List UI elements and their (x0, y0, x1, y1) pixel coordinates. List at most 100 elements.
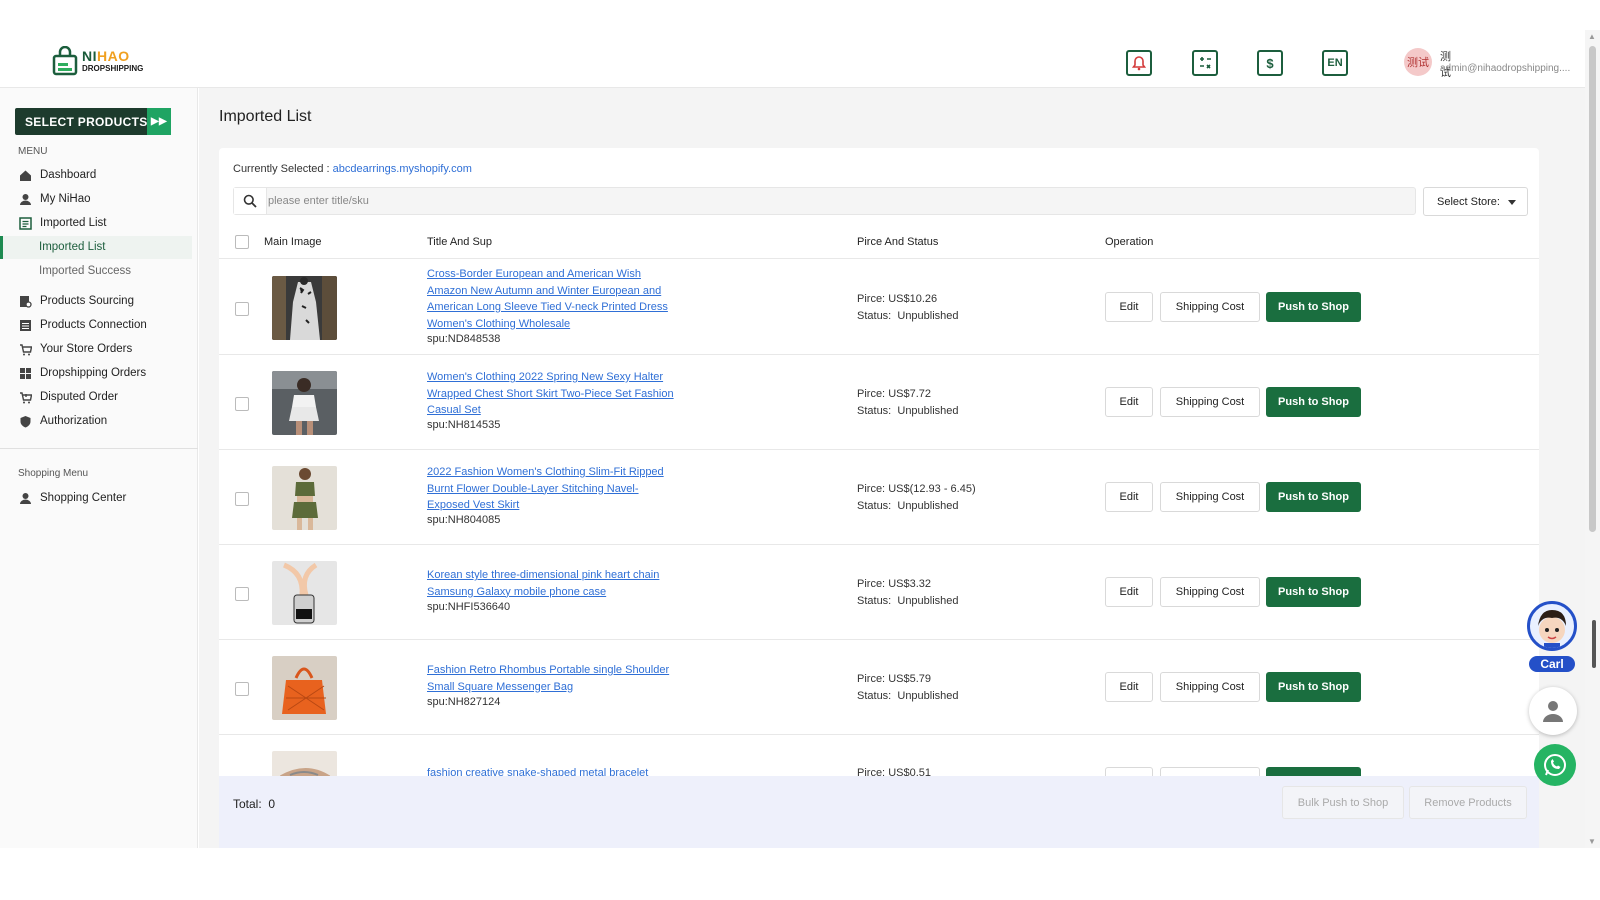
currently-selected-label: Currently Selected : (233, 163, 330, 175)
sidebar-item-imported-list[interactable]: Imported List (18, 214, 106, 232)
price-status: Pirce: US$5.79 Status: Unpublished (857, 671, 959, 704)
shipping-cost-button[interactable]: Shipping Cost (1160, 672, 1260, 702)
product-image[interactable] (272, 276, 337, 340)
shipping-cost-button[interactable]: Shipping Cost (1160, 292, 1260, 322)
shipping-cost-button[interactable]: Shipping Cost (1160, 387, 1260, 417)
table-header: Main Image Title And Sup Pirce And Statu… (219, 226, 1539, 259)
side-handle[interactable] (1592, 620, 1596, 668)
shipping-cost-button[interactable]: Shipping Cost (1160, 577, 1260, 607)
calculator-icon[interactable] (1192, 50, 1218, 76)
edit-button[interactable]: Edit (1105, 577, 1153, 607)
nihao-logo[interactable]: NIHAO DROPSHIPPING (52, 44, 162, 78)
select-all-checkbox[interactable] (235, 235, 249, 249)
row-checkbox[interactable] (235, 587, 249, 601)
sidebar-item-your-store-orders[interactable]: Your Store Orders (18, 340, 132, 358)
total-label: Total: (233, 797, 262, 811)
sidebar-item-my-nihao[interactable]: My NiHao (18, 190, 90, 208)
sidebar-item-label: Imported Success (39, 265, 132, 277)
status-label: Status: (857, 689, 892, 702)
price-status: Pirce: US$10.26 Status: Unpublished (857, 291, 959, 324)
col-main-image: Main Image (264, 236, 322, 248)
shopping-menu-heading: Shopping Menu (18, 468, 89, 479)
push-to-shop-button[interactable]: Push to Shop (1266, 482, 1361, 512)
contact-person-icon[interactable] (1529, 687, 1577, 735)
product-spu: spu:NH827124 (427, 696, 501, 708)
push-to-shop-button[interactable]: Push to Shop (1266, 387, 1361, 417)
row-checkbox[interactable] (235, 682, 249, 696)
page-scrollbar[interactable]: ▲ ▼ (1585, 30, 1600, 848)
product-image[interactable] (272, 466, 337, 530)
caret-down-icon (1508, 200, 1516, 205)
edit-button[interactable]: Edit (1105, 387, 1153, 417)
sidebar-item-label: Dropshipping Orders (40, 367, 147, 379)
selected-store-link[interactable]: abcdearrings.myshopify.com (333, 163, 472, 175)
edit-button[interactable]: Edit (1105, 482, 1153, 512)
price-label: Pirce: (857, 578, 886, 590)
product-image[interactable] (272, 561, 337, 625)
search-icon[interactable] (234, 188, 267, 214)
select-products-button[interactable]: SELECT PRODUCTS ▶▶ (15, 108, 171, 135)
sidebar-subitem-imported-success[interactable]: Imported Success (39, 262, 131, 280)
product-title-link[interactable]: Fashion Retro Rhombus Portable single Sh… (427, 662, 677, 695)
whatsapp-icon[interactable] (1534, 744, 1576, 786)
sidebar-item-label: My NiHao (40, 193, 91, 205)
product-title-link[interactable]: Women's Clothing 2022 Spring New Sexy Ha… (427, 369, 677, 419)
agent-name-badge: Carl (1529, 656, 1575, 672)
language-en-icon[interactable]: EN (1322, 50, 1348, 76)
scroll-up-icon[interactable]: ▲ (1588, 32, 1596, 41)
list-icon (18, 216, 32, 230)
shipping-cost-button[interactable]: Shipping Cost (1160, 482, 1260, 512)
support-agent-widget[interactable]: Carl (1527, 601, 1577, 677)
sidebar-item-label: Imported List (40, 217, 107, 229)
connection-icon (18, 318, 32, 332)
push-to-shop-button[interactable]: Push to Shop (1266, 292, 1361, 322)
push-to-shop-button[interactable]: Push to Shop (1266, 672, 1361, 702)
table-row: Fashion Retro Rhombus Portable single Sh… (219, 640, 1539, 735)
product-title-link[interactable]: 2022 Fashion Women's Clothing Slim-Fit R… (427, 464, 677, 514)
sidebar-item-products-connection[interactable]: Products Connection (18, 316, 147, 334)
bulk-push-button[interactable]: Bulk Push to Shop (1282, 786, 1404, 819)
select-store-dropdown[interactable]: Select Store: (1423, 187, 1528, 216)
product-image[interactable] (272, 656, 337, 720)
sidebar: SELECT PRODUCTS ▶▶ MENU Dashboard My NiH… (0, 88, 198, 848)
scroll-down-icon[interactable]: ▼ (1588, 837, 1596, 846)
bell-alert-icon[interactable] (1126, 50, 1152, 76)
price-status: Pirce: US$3.32 Status: Unpublished (857, 576, 959, 609)
dollar-icon[interactable]: $ (1257, 50, 1283, 76)
sidebar-item-dropshipping-orders[interactable]: Dropshipping Orders (18, 364, 146, 382)
row-checkbox[interactable] (235, 397, 249, 411)
price-value: US$(12.93 - 6.45) (888, 483, 976, 495)
sidebar-item-label: Imported List (39, 241, 106, 253)
search-input[interactable] (268, 188, 1408, 214)
product-image[interactable] (272, 371, 337, 435)
brand-name: NIHAO (82, 48, 130, 64)
price-label: Pirce: (857, 293, 886, 305)
price-value: US$5.79 (888, 673, 931, 685)
select-products-label: SELECT PRODUCTS (25, 114, 148, 129)
edit-button[interactable]: Edit (1105, 292, 1153, 322)
product-spu: spu:NH804085 (427, 514, 501, 526)
col-title-and-sup: Title And Sup (427, 236, 493, 248)
price-label: Pirce: (857, 388, 886, 400)
push-to-shop-button[interactable]: Push to Shop (1266, 577, 1361, 607)
sidebar-item-authorization[interactable]: Authorization (18, 412, 107, 430)
product-title-link[interactable]: Cross-Border European and American Wish … (427, 266, 677, 332)
status-label: Status: (857, 499, 892, 512)
sidebar-item-products-sourcing[interactable]: Products Sourcing (18, 292, 134, 310)
scrollbar-thumb[interactable] (1589, 46, 1596, 532)
row-checkbox[interactable] (235, 302, 249, 316)
remove-products-button[interactable]: Remove Products (1409, 786, 1527, 819)
sidebar-item-label: Disputed Order (40, 391, 118, 403)
page-title: Imported List (219, 108, 312, 125)
price-value: US$7.72 (888, 388, 931, 400)
row-checkbox[interactable] (235, 492, 249, 506)
product-title-link[interactable]: Korean style three-dimensional pink hear… (427, 567, 677, 600)
sidebar-item-disputed-order[interactable]: Disputed Order (18, 388, 118, 406)
sidebar-item-shopping-center[interactable]: Shopping Center (18, 489, 126, 507)
price-label: Pirce: (857, 483, 886, 495)
sidebar-item-dashboard[interactable]: Dashboard (18, 166, 96, 184)
edit-button[interactable]: Edit (1105, 672, 1153, 702)
col-operation: Operation (1105, 236, 1154, 248)
price-status: Pirce: US$(12.93 - 6.45) Status: Unpubli… (857, 481, 976, 514)
sidebar-subitem-imported-list[interactable]: Imported List (39, 238, 105, 256)
